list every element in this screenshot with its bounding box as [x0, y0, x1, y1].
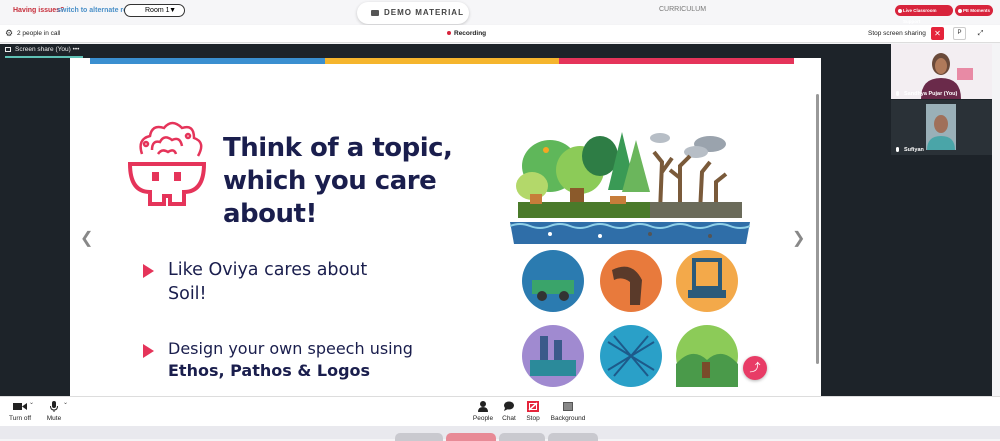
mic-toggle-button[interactable]: Mute — [43, 401, 65, 422]
chat-button[interactable]: Chat — [499, 401, 519, 422]
call-bar: ⚙ 2 people in call Recording Stop screen… — [0, 25, 1000, 43]
camera-icon — [13, 403, 27, 410]
bullet-triangle-icon — [143, 344, 154, 358]
background-label: Background — [550, 415, 586, 422]
background-button[interactable]: Background — [548, 401, 588, 422]
slide-scrollbar[interactable] — [816, 94, 819, 364]
footer-strip — [0, 426, 1000, 441]
share-button[interactable]: ⤴ — [743, 356, 767, 380]
people-button[interactable]: People — [472, 401, 494, 422]
stop-share-label: Stop — [526, 415, 540, 422]
footer-tab[interactable] — [548, 433, 598, 441]
chevron-down-icon: ▼ — [169, 7, 176, 14]
forest-pollution-illustration — [510, 132, 750, 244]
control-bar: Turn off ⌄ Mute ⌄ People Chat Stop Backg… — [0, 396, 1000, 426]
screen-share-stage: Screen share (You) ••• ❮ ❯ Think of a to… — [0, 44, 891, 396]
stop-share-icon — [527, 401, 539, 412]
room-select[interactable]: Room 1 ▼ — [124, 4, 185, 17]
close-icon: ✕ — [934, 29, 941, 38]
gear-icon[interactable]: ⚙ — [5, 28, 13, 39]
room-select-value: Room 1 — [145, 7, 170, 14]
footer-tab[interactable] — [446, 433, 496, 441]
environment-icons-grid — [522, 250, 738, 387]
stop-sharing-close-button[interactable]: ✕ — [931, 27, 944, 40]
pe-moments-button[interactable]: PE Moments — [955, 5, 993, 16]
people-count: 2 people in call — [17, 30, 61, 37]
demo-material-button[interactable]: DEMO MATERIAL — [357, 2, 469, 24]
stripe-pink — [559, 58, 795, 64]
participant-videos: Sandhya Pujar (You) Sufiyan — [891, 44, 992, 396]
stop-share-button[interactable]: Stop — [524, 401, 542, 422]
microphone-icon — [50, 401, 58, 412]
bullet-item: Design your own speech using Ethos, Path… — [143, 338, 463, 382]
mascot-logo-icon — [127, 121, 207, 206]
mic-chevron-icon[interactable]: ⌄ — [63, 399, 68, 406]
folder-icon — [371, 10, 379, 16]
participant-tile[interactable]: Sandhya Pujar (You) — [891, 44, 992, 99]
participant-name: Sufiyan — [896, 147, 924, 153]
live-classroom-support-button[interactable]: Live Classroom Support — [895, 5, 953, 24]
participant-tile[interactable]: Sufiyan — [891, 100, 992, 155]
bullet-item: Like Oviya cares about Soil! — [143, 258, 383, 306]
participant-name: Sandhya Pujar (You) — [896, 91, 957, 97]
next-slide-arrow-icon[interactable]: ❯ — [792, 228, 805, 248]
demo-material-label: DEMO MATERIAL — [384, 8, 464, 17]
camera-label: Turn off — [8, 415, 32, 422]
people-icon — [478, 401, 488, 412]
screen-share-tab[interactable]: Screen share (You) ••• — [5, 46, 84, 58]
people-label: People — [472, 415, 494, 422]
stripe-yellow — [324, 58, 560, 64]
bullet-text-bold: Ethos, Pathos & Logos — [168, 361, 371, 380]
share-icon: ⤴ — [749, 362, 761, 374]
chat-label: Chat — [502, 415, 516, 422]
camera-chevron-icon[interactable]: ⌄ — [29, 399, 34, 406]
shared-slide: ❮ ❯ Think of a topic, which you care abo… — [70, 58, 821, 396]
screen-share-tab-label: Screen share (You) — [15, 46, 71, 53]
slide-color-stripes — [90, 58, 795, 64]
previous-slide-arrow-icon[interactable]: ❮ — [80, 228, 93, 248]
stripe-blue — [90, 58, 325, 64]
bullet-triangle-icon — [143, 264, 154, 278]
slide-title: Think of a topic, which you care about! — [223, 133, 453, 229]
top-bar: Having issues? switch to alternate room … — [0, 0, 1000, 24]
footer-tab[interactable] — [395, 433, 443, 441]
recording-indicator: Recording — [447, 30, 486, 37]
mic-label: Mute — [46, 415, 62, 422]
more-options-icon[interactable]: ••• — [73, 46, 80, 53]
monitor-icon — [5, 47, 11, 52]
bullet-text: Like Oviya cares about Soil! — [168, 260, 368, 304]
chat-icon — [504, 401, 514, 411]
curriculum-link[interactable]: CURRICULUM — [659, 6, 706, 13]
stop-screen-sharing-label: Stop screen sharing — [868, 30, 926, 37]
pin-button[interactable]: P — [953, 27, 966, 40]
footer-tab[interactable] — [499, 433, 545, 441]
background-icon — [563, 402, 573, 411]
bullet-text: Design your own speech using — [168, 339, 413, 358]
expand-icon[interactable]: ⤢ — [974, 27, 987, 40]
